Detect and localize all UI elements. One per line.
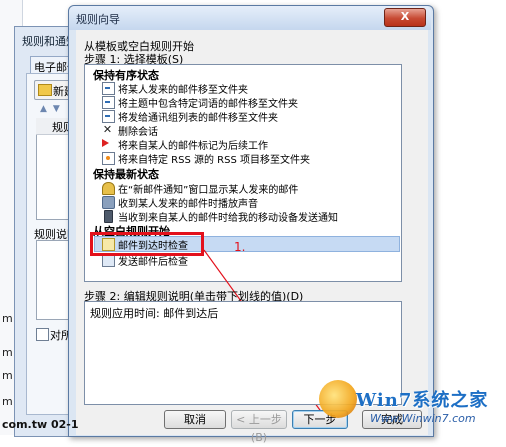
watermark-title: Win7系统之家 xyxy=(356,390,489,411)
windows-logo-icon xyxy=(319,380,357,418)
back-button[interactable]: < 上一步(B) xyxy=(231,410,287,444)
cancel-button[interactable]: 取消 xyxy=(164,410,226,429)
background-bottom-text: com.tw 02-1 xyxy=(2,418,79,431)
watermark-url: Www.Winwin7.com xyxy=(370,412,476,425)
rule-description-text: 规则应用时间: 邮件到达后 xyxy=(90,307,219,320)
